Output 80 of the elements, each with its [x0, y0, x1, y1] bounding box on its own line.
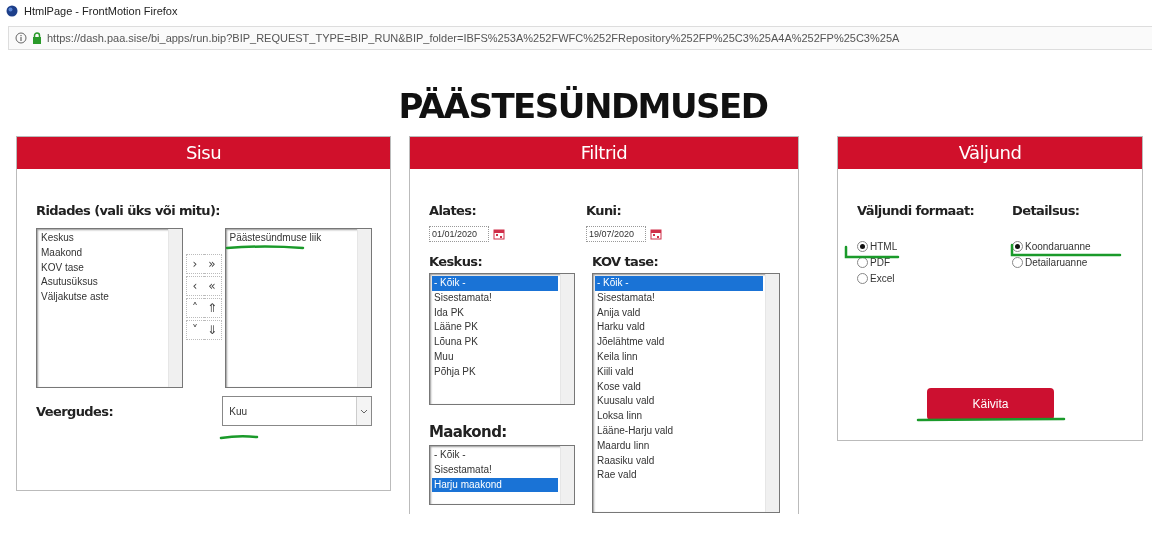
scrollbar[interactable] — [357, 229, 371, 387]
list-option[interactable]: Sisestamata! — [595, 290, 763, 306]
page-heading: PÄÄSTESÜNDMUSED — [397, 86, 769, 126]
list-option[interactable]: Raasiku vald — [595, 453, 763, 469]
panel-header: Sisu — [17, 137, 390, 169]
radio-label[interactable]: PDF — [870, 256, 890, 268]
date-field[interactable]: 19/07/2020 — [586, 226, 646, 242]
scrollbar[interactable] — [560, 446, 574, 504]
radio-button[interactable] — [1012, 256, 1023, 268]
radio-label[interactable]: Excel — [870, 272, 895, 284]
radio-button[interactable] — [857, 272, 868, 284]
run-button[interactable]: Käivita — [927, 388, 1054, 420]
scrollbar[interactable] — [765, 274, 779, 512]
dropdown-value: Kuu — [229, 405, 248, 417]
info-icon[interactable] — [15, 32, 27, 44]
lock-icon — [32, 32, 42, 44]
list-option[interactable]: Keskus — [39, 231, 166, 246]
dropdown[interactable]: Kuu — [222, 396, 372, 426]
chevron-down-icon — [360, 408, 368, 414]
list-option[interactable]: Loksa linn — [595, 409, 763, 424]
list-option[interactable]: Anija vald — [595, 305, 763, 321]
radio-label[interactable]: Koondaruanne — [1025, 240, 1091, 252]
list-box[interactable]: - Kõik - Sisestamata! Anija vald Harku vald Jõelähtme vald Keila linn Kiili vald Kose vald Kuusalu vald Loksa linn Lääne-Harju vald Maardu linn Raasiku vald Rae vald — [592, 273, 780, 513]
field-label: KOV tase: — [592, 254, 660, 269]
list-option[interactable]: Lääne PK — [432, 320, 558, 336]
field-label: Alates: — [429, 203, 478, 218]
list-box[interactable]: - Kõik - Sisestamata! Ida PK Lääne PK Lõuna PK Muu Põhja PK — [429, 273, 575, 405]
list-option[interactable]: Lõuna PK — [432, 335, 558, 350]
calendar-icon[interactable] — [493, 228, 505, 240]
list-option[interactable]: Kose vald — [595, 379, 763, 395]
list-option[interactable]: Harku vald — [595, 320, 763, 336]
radio-button[interactable] — [857, 240, 868, 252]
field-label: Ridades (vali üks või mitu): — [36, 203, 221, 218]
list-option[interactable]: Kuusalu vald — [595, 394, 763, 410]
move-button[interactable]: › — [185, 254, 204, 274]
list-option[interactable]: Päästesündmuse liik — [227, 231, 355, 246]
move-button[interactable]: ‹ — [185, 276, 204, 296]
list-option[interactable]: Maardu linn — [595, 438, 763, 454]
list-option[interactable]: Maakond — [39, 245, 166, 261]
move-button[interactable]: ˄ — [185, 298, 204, 318]
field-label: Keskus: — [429, 254, 484, 269]
scrollbar[interactable] — [167, 229, 182, 387]
date-field[interactable]: 01/01/2020 — [429, 226, 489, 242]
radio-label[interactable]: Detailaruanne — [1025, 256, 1088, 268]
list-option[interactable]: Sisestamata! — [432, 462, 558, 478]
radio-button[interactable] — [857, 256, 868, 268]
list-option[interactable]: Ida PK — [432, 305, 558, 321]
list-box[interactable]: Keskus Maakond KOV tase Asutusüksus Väljakutse aste — [36, 228, 183, 388]
radio-label[interactable]: HTML — [870, 240, 898, 252]
list-option[interactable]: Keila linn — [595, 350, 763, 365]
list-option[interactable]: - Kõik - — [432, 448, 558, 463]
scrollbar[interactable] — [560, 274, 574, 404]
list-option[interactable]: Põhja PK — [432, 364, 558, 380]
list-option[interactable]: Sisestamata! — [432, 290, 558, 306]
annotation-underline — [219, 434, 259, 440]
list-option[interactable]: Muu — [432, 350, 558, 365]
globe-icon — [6, 5, 18, 17]
list-option[interactable]: Väljakutse aste — [39, 290, 166, 305]
group-label: Väljundi formaat: — [857, 203, 976, 218]
list-option[interactable]: - Kõik - — [595, 276, 763, 291]
field-label: Kuni: — [586, 203, 622, 218]
list-option[interactable]: Jõelähtme vald — [595, 335, 763, 350]
list-box[interactable]: Päästesündmuse liik — [224, 228, 372, 388]
window-title: HtmlPage - FrontMotion Firefox — [24, 5, 178, 17]
list-option[interactable]: Rae vald — [595, 468, 763, 484]
field-label: Veergudes: — [36, 403, 114, 419]
list-option[interactable]: Asutusüksus — [39, 275, 166, 291]
calendar-icon[interactable] — [650, 228, 662, 240]
list-option[interactable]: Kiili vald — [595, 364, 763, 380]
move-button[interactable]: ˅ — [185, 320, 204, 340]
panel-header: Väljund — [838, 137, 1142, 169]
panel-header: Filtrid — [410, 137, 798, 169]
list-option[interactable]: Harju maakond — [432, 477, 558, 493]
group-label: Detailsus: — [1012, 203, 1081, 218]
list-box[interactable]: - Kõik - Sisestamata! Harju maakond — [429, 445, 575, 505]
radio-button[interactable] — [1012, 240, 1023, 252]
list-option[interactable]: KOV tase — [39, 260, 166, 276]
list-option[interactable]: Lääne-Harju vald — [595, 423, 763, 439]
list-option[interactable]: - Kõik - — [432, 276, 558, 291]
field-label: Maakond: — [429, 423, 508, 441]
